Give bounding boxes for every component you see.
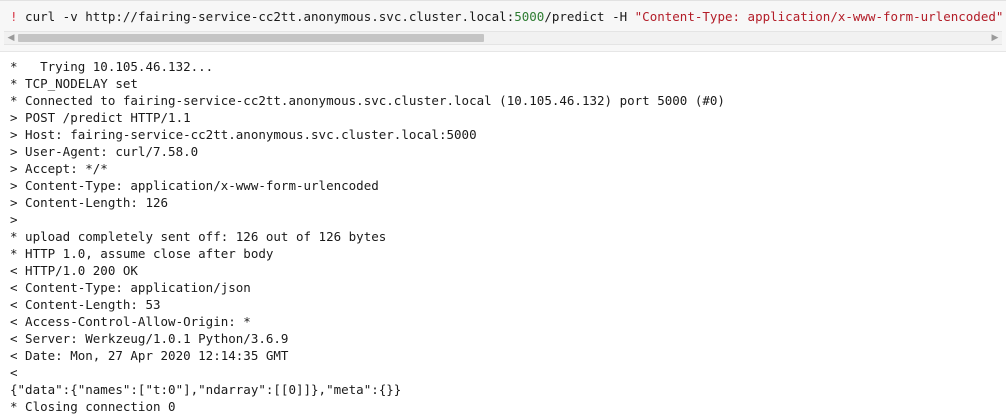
output-line: < Content-Type: application/json — [10, 280, 251, 295]
output-line: > — [10, 212, 18, 227]
predict-path-text: /predict -H — [544, 9, 635, 24]
shell-bang: ! — [10, 9, 18, 24]
cell-output: * Trying 10.105.46.132... * TCP_NODELAY s… — [0, 52, 1006, 415]
output-line: * HTTP 1.0, assume close after body — [10, 246, 274, 261]
scroll-right-arrow-icon[interactable]: ▶ — [988, 32, 1002, 44]
output-line: * TCP_NODELAY set — [10, 76, 138, 91]
header-string: "Content-Type: application/x-www-form-ur… — [634, 9, 1004, 24]
horizontal-scrollbar[interactable]: ◀ ▶ — [4, 31, 1002, 45]
output-line: > Accept: */* — [10, 161, 108, 176]
output-line: * Trying 10.105.46.132... — [10, 59, 214, 74]
output-line: < Server: Werkzeug/1.0.1 Python/3.6.9 — [10, 331, 289, 346]
output-line: * upload completely sent off: 126 out of… — [10, 229, 387, 244]
curl-command-text: curl -v http://fairing-service-cc2tt.ano… — [17, 9, 515, 24]
code-input-cell[interactable]: ! curl -v http://fairing-service-cc2tt.a… — [0, 0, 1006, 52]
output-line: < Access-Control-Allow-Origin: * — [10, 314, 251, 329]
output-line: > Content-Type: application/x-www-form-u… — [10, 178, 379, 193]
output-line: < Content-Length: 53 — [10, 297, 161, 312]
scrollbar-thumb[interactable] — [18, 34, 484, 42]
output-line: < Date: Mon, 27 Apr 2020 12:14:35 GMT — [10, 348, 289, 363]
curl-command-line[interactable]: ! curl -v http://fairing-service-cc2tt.a… — [10, 8, 1006, 26]
output-line: > Content-Length: 126 — [10, 195, 169, 210]
output-line: > POST /predict HTTP/1.1 — [10, 110, 191, 125]
output-line: < — [10, 365, 18, 380]
output-line: < HTTP/1.0 200 OK — [10, 263, 138, 278]
output-line: {"data":{"names":["t:0"],"ndarray":[[0]]… — [10, 382, 402, 397]
output-line: > Host: fairing-service-cc2tt.anonymous.… — [10, 127, 477, 142]
output-line: * Connected to fairing-service-cc2tt.ano… — [10, 93, 725, 108]
output-line: * Closing connection 0 — [10, 399, 176, 414]
scroll-left-arrow-icon[interactable]: ◀ — [4, 32, 18, 44]
port-number: 5000 — [514, 9, 545, 24]
output-line: > User-Agent: curl/7.58.0 — [10, 144, 199, 159]
